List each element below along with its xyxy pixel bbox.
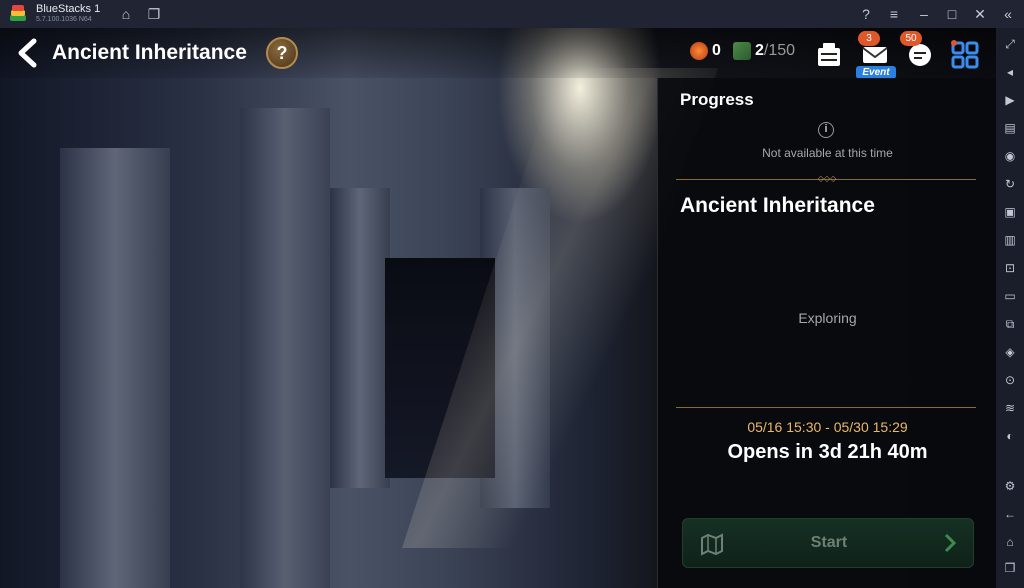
keyboard-icon[interactable]: ▤ — [1002, 120, 1018, 136]
emulator-sidebar: ⤢ ◂ ▶ ▤ ◉ ↻ ▣ ▥ ⊡ ▭ ⧉ ◈ ⊙ ≋ ◐ ⚙ ← ⌂ ❒ — [996, 28, 1024, 588]
chevron-right-icon — [944, 533, 957, 553]
eraser-icon[interactable]: ◈ — [1002, 344, 1018, 360]
progress-heading: Progress — [680, 90, 754, 109]
stamina-value: 2 — [755, 42, 764, 59]
multi-instance-icon[interactable]: ❐ — [146, 6, 162, 22]
event-info-panel: Progress i Not available at this time ◇◇… — [657, 78, 996, 588]
settings-gear-icon[interactable]: ⚙ — [1002, 478, 1018, 494]
fullscreen-icon[interactable]: ⤢ — [1002, 36, 1018, 52]
mail-badge: 3 — [858, 31, 880, 46]
replay-icon[interactable]: ↻ — [1002, 176, 1018, 192]
help-circle-icon[interactable]: ? — [858, 6, 874, 22]
maximize-icon[interactable]: □ — [944, 6, 960, 22]
home-icon[interactable]: ⌂ — [118, 6, 134, 22]
folder-icon[interactable]: ▭ — [1002, 288, 1018, 304]
game-viewport: Ancient Inheritance ? 0 2 /150 3 Event 5… — [0, 28, 996, 588]
opens-countdown: Opens in 3d 21h 40m — [727, 441, 928, 463]
screenshot-icon[interactable]: ⊡ — [1002, 260, 1018, 276]
apk-icon[interactable]: ▥ — [1002, 232, 1018, 248]
stamina-icon — [733, 42, 751, 60]
emulator-titlebar: BlueStacks 1 5.7.100.1036 N64 ⌂ ❐ ? ≡ – … — [0, 0, 1024, 28]
android-home-icon[interactable]: ⌂ — [1002, 534, 1018, 550]
inventory-icon[interactable] — [814, 40, 844, 70]
close-icon[interactable]: ✕ — [972, 6, 988, 22]
collapse-sidebar-icon[interactable]: « — [1000, 6, 1016, 22]
background-pillar — [240, 108, 330, 588]
back-icon[interactable]: ← — [1002, 506, 1018, 522]
start-button[interactable]: Start — [682, 518, 974, 568]
event-title: Ancient Inheritance — [680, 194, 875, 217]
essence-value: 0 — [712, 42, 721, 59]
emulator-name: BlueStacks 1 — [36, 3, 101, 15]
eco-mode-icon[interactable]: ◐ — [1002, 428, 1018, 444]
page-title: Ancient Inheritance — [52, 41, 247, 64]
info-icon: i — [818, 122, 834, 138]
essence-counter: 0 — [690, 42, 721, 60]
gamepad-icon[interactable]: ▣ — [1002, 204, 1018, 220]
menu-icon[interactable]: ≡ — [886, 6, 902, 22]
start-label: Start — [810, 534, 848, 551]
status-text: Exploring — [798, 310, 857, 326]
bluestacks-logo-icon — [10, 5, 26, 21]
event-dates: 05/16 15:30 - 05/30 15:29 — [747, 419, 908, 435]
chat-badge: 50 — [900, 31, 922, 46]
layers-icon[interactable]: ≋ — [1002, 400, 1018, 416]
minimize-icon[interactable]: – — [916, 6, 932, 22]
volume-icon[interactable]: ◂ — [1002, 64, 1018, 80]
stamina-max: /150 — [763, 42, 796, 59]
location-icon[interactable]: ⊙ — [1002, 372, 1018, 388]
media-icon[interactable]: ▶ — [1002, 92, 1018, 108]
divider-ornament-icon: ◇◇◇ — [817, 174, 837, 183]
record-icon[interactable]: ◉ — [1002, 148, 1018, 164]
back-arrow-icon[interactable] — [14, 38, 42, 68]
emulator-version: 5.7.100.1036 N64 — [36, 16, 92, 23]
recent-apps-icon[interactable]: ❒ — [1002, 560, 1018, 576]
essence-icon — [690, 42, 708, 60]
multi-window-icon[interactable]: ⧉ — [1002, 316, 1018, 332]
background-pillar — [330, 188, 390, 488]
background-pillar — [60, 148, 170, 588]
divider — [676, 407, 976, 408]
not-available-text: Not available at this time — [762, 146, 893, 160]
grid-menu-icon[interactable] — [950, 40, 980, 70]
help-button[interactable]: ? — [266, 37, 298, 69]
stamina-counter: 2 /150 — [733, 42, 795, 60]
